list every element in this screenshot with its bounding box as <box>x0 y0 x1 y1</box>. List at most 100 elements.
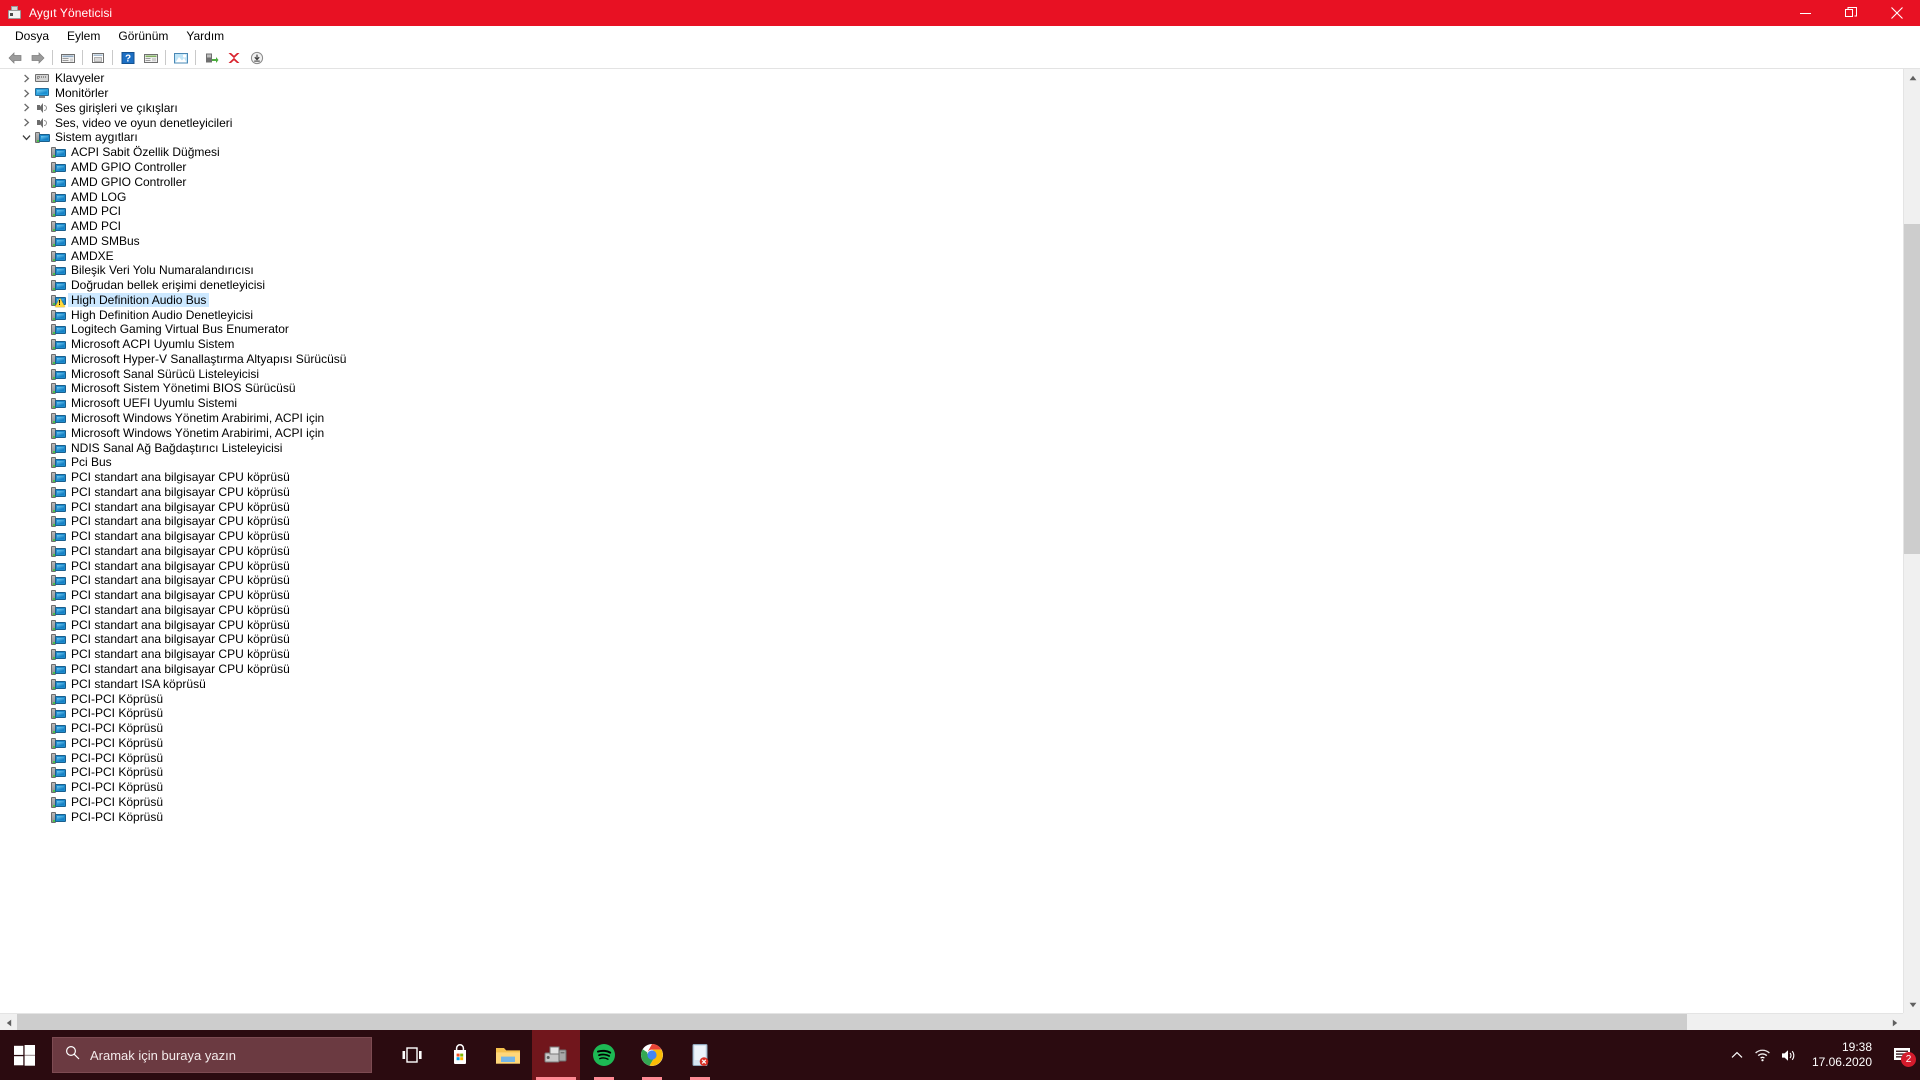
tree-item[interactable]: PCI standart ana bilgisayar CPU köprüsü <box>0 617 1920 632</box>
vertical-scrollbar[interactable] <box>1903 69 1920 1013</box>
tree-item[interactable]: PCI standart ana bilgisayar CPU köprüsü <box>0 632 1920 647</box>
tree-item[interactable]: PCI standart ana bilgisayar CPU köprüsü <box>0 647 1920 662</box>
device-manager-icon[interactable] <box>532 1030 580 1080</box>
restore-button[interactable] <box>1828 0 1874 26</box>
clock[interactable]: 19:38 17.06.2020 <box>1802 1030 1884 1080</box>
tree-item[interactable]: Microsoft Hyper-V Sanallaştırma Altyapıs… <box>0 352 1920 367</box>
error-app-icon[interactable] <box>676 1030 724 1080</box>
forward-icon[interactable] <box>26 47 49 69</box>
wifi-icon[interactable] <box>1750 1030 1776 1080</box>
scroll-down-button[interactable] <box>1904 996 1920 1013</box>
chevron-right-icon[interactable] <box>18 116 34 130</box>
tree-item[interactable]: Doğrudan bellek erişimi denetleyicisi <box>0 278 1920 293</box>
tree-item[interactable]: PCI-PCI Köprüsü <box>0 795 1920 810</box>
update-driver-icon[interactable] <box>169 47 192 69</box>
tree-item[interactable]: AMD GPIO Controller <box>0 160 1920 175</box>
tree-item[interactable]: NDIS Sanal Ağ Bağdaştırıcı Listeleyicisi <box>0 440 1920 455</box>
volume-icon[interactable] <box>1776 1030 1802 1080</box>
tree-item[interactable]: PCI-PCI Köprüsü <box>0 809 1920 824</box>
microsoft-store-icon[interactable] <box>436 1030 484 1080</box>
tree-item[interactable]: AMD SMBus <box>0 233 1920 248</box>
back-icon[interactable] <box>3 47 26 69</box>
show-hidden-icons-chevron[interactable] <box>1724 1030 1750 1080</box>
tree-item[interactable]: Microsoft ACPI Uyumlu Sistem <box>0 337 1920 352</box>
tree-item[interactable]: AMD LOG <box>0 189 1920 204</box>
menu-item-gorunum[interactable]: Görünüm <box>109 27 177 46</box>
search-input[interactable]: Aramak için buraya yazın <box>52 1037 372 1073</box>
tree-item[interactable]: Microsoft Sistem Yönetimi BIOS Sürücüsü <box>0 381 1920 396</box>
tree-item[interactable]: PCI standart ISA köprüsü <box>0 676 1920 691</box>
tree-item[interactable]: Sistem aygıtları <box>0 130 1920 145</box>
tree-item[interactable]: PCI-PCI Köprüsü <box>0 691 1920 706</box>
tree-item[interactable]: PCI standart ana bilgisayar CPU köprüsü <box>0 603 1920 618</box>
tree-item[interactable]: PCI-PCI Köprüsü <box>0 750 1920 765</box>
tree-item[interactable]: Bileşik Veri Yolu Numaralandırıcısı <box>0 263 1920 278</box>
enable-device-icon[interactable] <box>199 47 222 69</box>
tree-item[interactable]: Microsoft Sanal Sürücü Listeleyicisi <box>0 366 1920 381</box>
menu-item-yardim[interactable]: Yardım <box>177 27 233 46</box>
tree-item[interactable]: AMD PCI <box>0 204 1920 219</box>
task-view-icon[interactable] <box>388 1030 436 1080</box>
tree-item[interactable]: Ses girişleri ve çıkışları <box>0 101 1920 116</box>
menu-item-dosya[interactable]: Dosya <box>6 27 58 46</box>
chevron-right-icon[interactable] <box>18 71 34 85</box>
tree-item[interactable]: PCI standart ana bilgisayar CPU köprüsü <box>0 558 1920 573</box>
scroll-right-button[interactable] <box>1886 1014 1903 1030</box>
tree-item[interactable]: PCI-PCI Köprüsü <box>0 780 1920 795</box>
vertical-scroll-thumb[interactable] <box>1904 224 1920 554</box>
minimize-button[interactable] <box>1782 0 1828 26</box>
device-icon <box>50 234 66 248</box>
tree-item[interactable]: High Definition Audio Bus <box>0 292 1920 307</box>
show-hide-console-tree-icon[interactable] <box>56 47 79 69</box>
tree-item[interactable]: PCI standart ana bilgisayar CPU köprüsü <box>0 662 1920 677</box>
action-center-icon[interactable]: 2 <box>1884 1030 1920 1080</box>
scan-hardware-changes-icon[interactable] <box>139 47 162 69</box>
tree-item[interactable]: PCI-PCI Köprüsü <box>0 706 1920 721</box>
google-chrome-icon[interactable] <box>628 1030 676 1080</box>
close-button[interactable] <box>1874 0 1920 26</box>
tree-item[interactable]: PCI-PCI Köprüsü <box>0 735 1920 750</box>
tree-item[interactable]: PCI-PCI Köprüsü <box>0 765 1920 780</box>
tree-item[interactable]: PCI-PCI Köprüsü <box>0 721 1920 736</box>
tree-item-label: AMD PCI <box>71 204 122 219</box>
chevron-right-icon[interactable] <box>18 101 34 115</box>
tree-item-label: Pci Bus <box>71 455 112 470</box>
tree-item[interactable]: PCI standart ana bilgisayar CPU köprüsü <box>0 588 1920 603</box>
tree-item[interactable]: PCI standart ana bilgisayar CPU köprüsü <box>0 514 1920 529</box>
tree-item[interactable]: PCI standart ana bilgisayar CPU köprüsü <box>0 484 1920 499</box>
scroll-left-button[interactable] <box>0 1014 17 1030</box>
tree-item[interactable]: Ses, video ve oyun denetleyicileri <box>0 115 1920 130</box>
horizontal-scrollbar[interactable] <box>0 1013 1903 1030</box>
tree-item[interactable]: AMDXE <box>0 248 1920 263</box>
scroll-up-button[interactable] <box>1904 69 1920 86</box>
file-explorer-icon[interactable] <box>484 1030 532 1080</box>
tree-item[interactable]: ACPI Sabit Özellik Düğmesi <box>0 145 1920 160</box>
horizontal-scroll-thumb[interactable] <box>17 1014 1687 1030</box>
tree-item[interactable]: High Definition Audio Denetleyicisi <box>0 307 1920 322</box>
tree-item[interactable]: Microsoft Windows Yönetim Arabirimi, ACP… <box>0 425 1920 440</box>
properties-icon[interactable] <box>86 47 109 69</box>
tree-item[interactable]: AMD GPIO Controller <box>0 174 1920 189</box>
tree-item[interactable]: PCI standart ana bilgisayar CPU köprüsü <box>0 529 1920 544</box>
tree-item[interactable]: Monitörler <box>0 86 1920 101</box>
device-tree[interactable]: Klavyeler Monitörler Ses girişleri ve çıkı… <box>0 69 1920 1030</box>
tree-item[interactable]: PCI standart ana bilgisayar CPU köprüsü <box>0 573 1920 588</box>
menu-item-eylem[interactable]: Eylem <box>58 27 109 46</box>
chevron-down-icon[interactable] <box>18 130 34 144</box>
chevron-right-icon[interactable] <box>18 86 34 100</box>
windows-start-icon[interactable] <box>0 1030 48 1080</box>
uninstall-device-icon[interactable] <box>222 47 245 69</box>
tree-item[interactable]: PCI standart ana bilgisayar CPU köprüsü <box>0 544 1920 559</box>
tree-item[interactable]: Microsoft Windows Yönetim Arabirimi, ACP… <box>0 411 1920 426</box>
help-icon[interactable]: ? <box>116 47 139 69</box>
tree-item[interactable]: Logitech Gaming Virtual Bus Enumerator <box>0 322 1920 337</box>
tree-item[interactable]: AMD PCI <box>0 219 1920 234</box>
tree-item[interactable]: PCI standart ana bilgisayar CPU köprüsü <box>0 499 1920 514</box>
scan-for-changes-icon[interactable] <box>245 47 268 69</box>
spotify-icon[interactable] <box>580 1030 628 1080</box>
tree-item[interactable]: PCI standart ana bilgisayar CPU köprüsü <box>0 470 1920 485</box>
tree-item-label: ACPI Sabit Özellik Düğmesi <box>71 145 220 160</box>
tree-item[interactable]: Pci Bus <box>0 455 1920 470</box>
tree-item[interactable]: Microsoft UEFI Uyumlu Sistemi <box>0 396 1920 411</box>
tree-item[interactable]: Klavyeler <box>0 71 1920 86</box>
